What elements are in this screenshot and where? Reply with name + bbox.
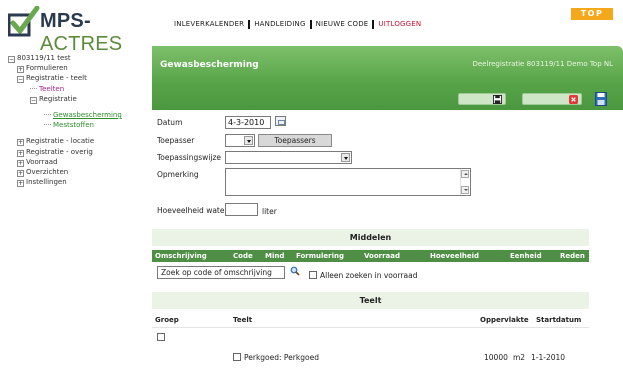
nav-uitloggen[interactable]: UITLOGGEN [374,20,425,29]
page-title: Gewasbescherming [160,60,259,70]
group-checkbox[interactable] [157,333,165,341]
nav-handleiding[interactable]: HANDLEIDING [250,20,312,29]
sidebar-item-teelten[interactable]: Teelten [8,84,122,94]
floppy-disk-icon [493,95,502,104]
middelen-section-title: Middelen [152,229,589,246]
sidebar-item-voorraad[interactable]: + Voorraad [8,157,122,167]
expand-icon[interactable]: + [17,169,24,177]
scroll-up-icon[interactable] [461,170,469,178]
col-omschrijving: Omschrijving [155,252,207,260]
expand-icon[interactable]: + [17,149,24,157]
tree-connector [44,113,51,115]
col-mind: Mind [265,252,285,260]
col-formulering: Formulering [296,252,345,260]
teelt-row-unit: m2 [513,353,526,362]
col-voorraad: Voorraad [364,252,401,260]
col-code: Code [233,252,253,260]
close-icon [569,95,578,104]
teelt-row-startdatum: 1-1-2010 [531,353,566,362]
cancel-button[interactable] [522,93,582,105]
water-label: Hoeveelheid water [157,206,228,215]
sidebar-item-registratie-locatie[interactable]: + Registratie - locatie [8,136,122,147]
scrollbar[interactable] [460,169,470,195]
calendar-icon[interactable] [275,116,286,126]
only-stock-checkbox[interactable] [309,271,317,279]
search-icon[interactable] [290,266,300,276]
save-disk-icon[interactable] [595,92,607,106]
sidebar-tree: −803119/11 test + Formulieren − Registrati… [8,53,122,188]
col-groep: Groep [155,316,179,324]
teelt-row-oppervlakte: 10000 [484,353,508,362]
col-eenheid: Eenheid [510,252,542,260]
divider [152,327,589,328]
col-reden: Reden [560,252,585,260]
checkmark-logo-icon [8,6,40,37]
opmerking-textarea[interactable] [225,168,471,196]
sidebar-item-registratie-overig[interactable]: + Registratie - overig [8,147,122,157]
collapse-icon[interactable]: − [8,56,15,63]
save-button[interactable] [458,93,506,105]
top-navigation: INLEVERKALENDER HANDLEIDING NIEUWE CODE … [174,20,425,29]
col-teelt: Teelt [233,316,253,324]
toepasser-label: Toepasser [157,136,195,145]
toepassingswijze-label: Toepassingswijze [157,153,222,162]
middelen-table-header: Omschrijving Code Mind Formulering Voorr… [152,250,589,262]
sidebar-item-meststoffen[interactable]: Meststoffen [8,120,122,130]
sidebar-item-formulieren[interactable]: + Formulieren [8,63,122,74]
tree-root[interactable]: −803119/11 test [8,53,122,63]
water-input[interactable] [225,203,258,216]
scroll-down-icon[interactable] [461,186,469,194]
chevron-down-icon [341,153,350,162]
expand-icon[interactable]: + [17,180,24,188]
opmerking-label: Opmerking [157,170,199,179]
expand-icon[interactable]: + [17,139,24,147]
col-hoeveelheid: Hoeveelheid [430,252,480,260]
logo: MPS-ACTRES [8,6,158,55]
page-header-banner: Gewasbescherming Deelregistratie 803119/… [152,46,623,110]
expand-icon[interactable]: + [17,66,24,74]
collapse-icon[interactable]: − [30,96,37,104]
sidebar-item-registratie-teelt[interactable]: − Registratie - teelt [8,73,122,84]
datum-input[interactable]: 4-3-2010 [225,116,271,129]
tree-connector [30,87,37,89]
teelt-row-checkbox[interactable] [233,353,241,361]
sidebar-item-registratie[interactable]: − Registratie [8,94,122,104]
col-startdatum: Startdatum [536,316,582,324]
sidebar-item-gewasbescherming[interactable]: Gewasbescherming [8,110,122,120]
tree-connector [44,124,51,126]
top-badge: TOP [571,8,613,20]
teelt-section-title: Teelt [152,292,589,309]
toepassers-button[interactable]: Toepassers [258,134,332,147]
middel-search-input[interactable]: Zoek op code of omschrijving [157,266,285,279]
toepassingswijze-select[interactable] [225,151,352,164]
registration-subtitle: Deelregistratie 803119/11 Demo Top NL [472,60,613,68]
nav-nieuwe-code[interactable]: NIEUWE CODE [312,20,375,29]
collapse-icon[interactable]: − [17,76,24,84]
sidebar-item-overzichten[interactable]: + Overzichten [8,167,122,177]
only-stock-label: Alleen zoeken in voorraad [320,271,418,280]
nav-inleverkalender[interactable]: INLEVERKALENDER [174,20,251,29]
teelt-row-name: Perkgoed: Perkgoed [244,353,319,362]
col-oppervlakte: Oppervlakte [480,316,529,324]
brand-name: MPS-ACTRES [40,10,123,55]
sidebar-item-instellingen[interactable]: + Instellingen [8,177,122,188]
toepasser-select[interactable] [225,134,255,147]
water-unit: liter [262,207,277,216]
chevron-down-icon [244,136,253,145]
datum-label: Datum [157,118,183,127]
teelt-table-header: Groep Teelt Oppervlakte Startdatum [152,314,589,326]
expand-icon[interactable]: + [17,159,24,167]
